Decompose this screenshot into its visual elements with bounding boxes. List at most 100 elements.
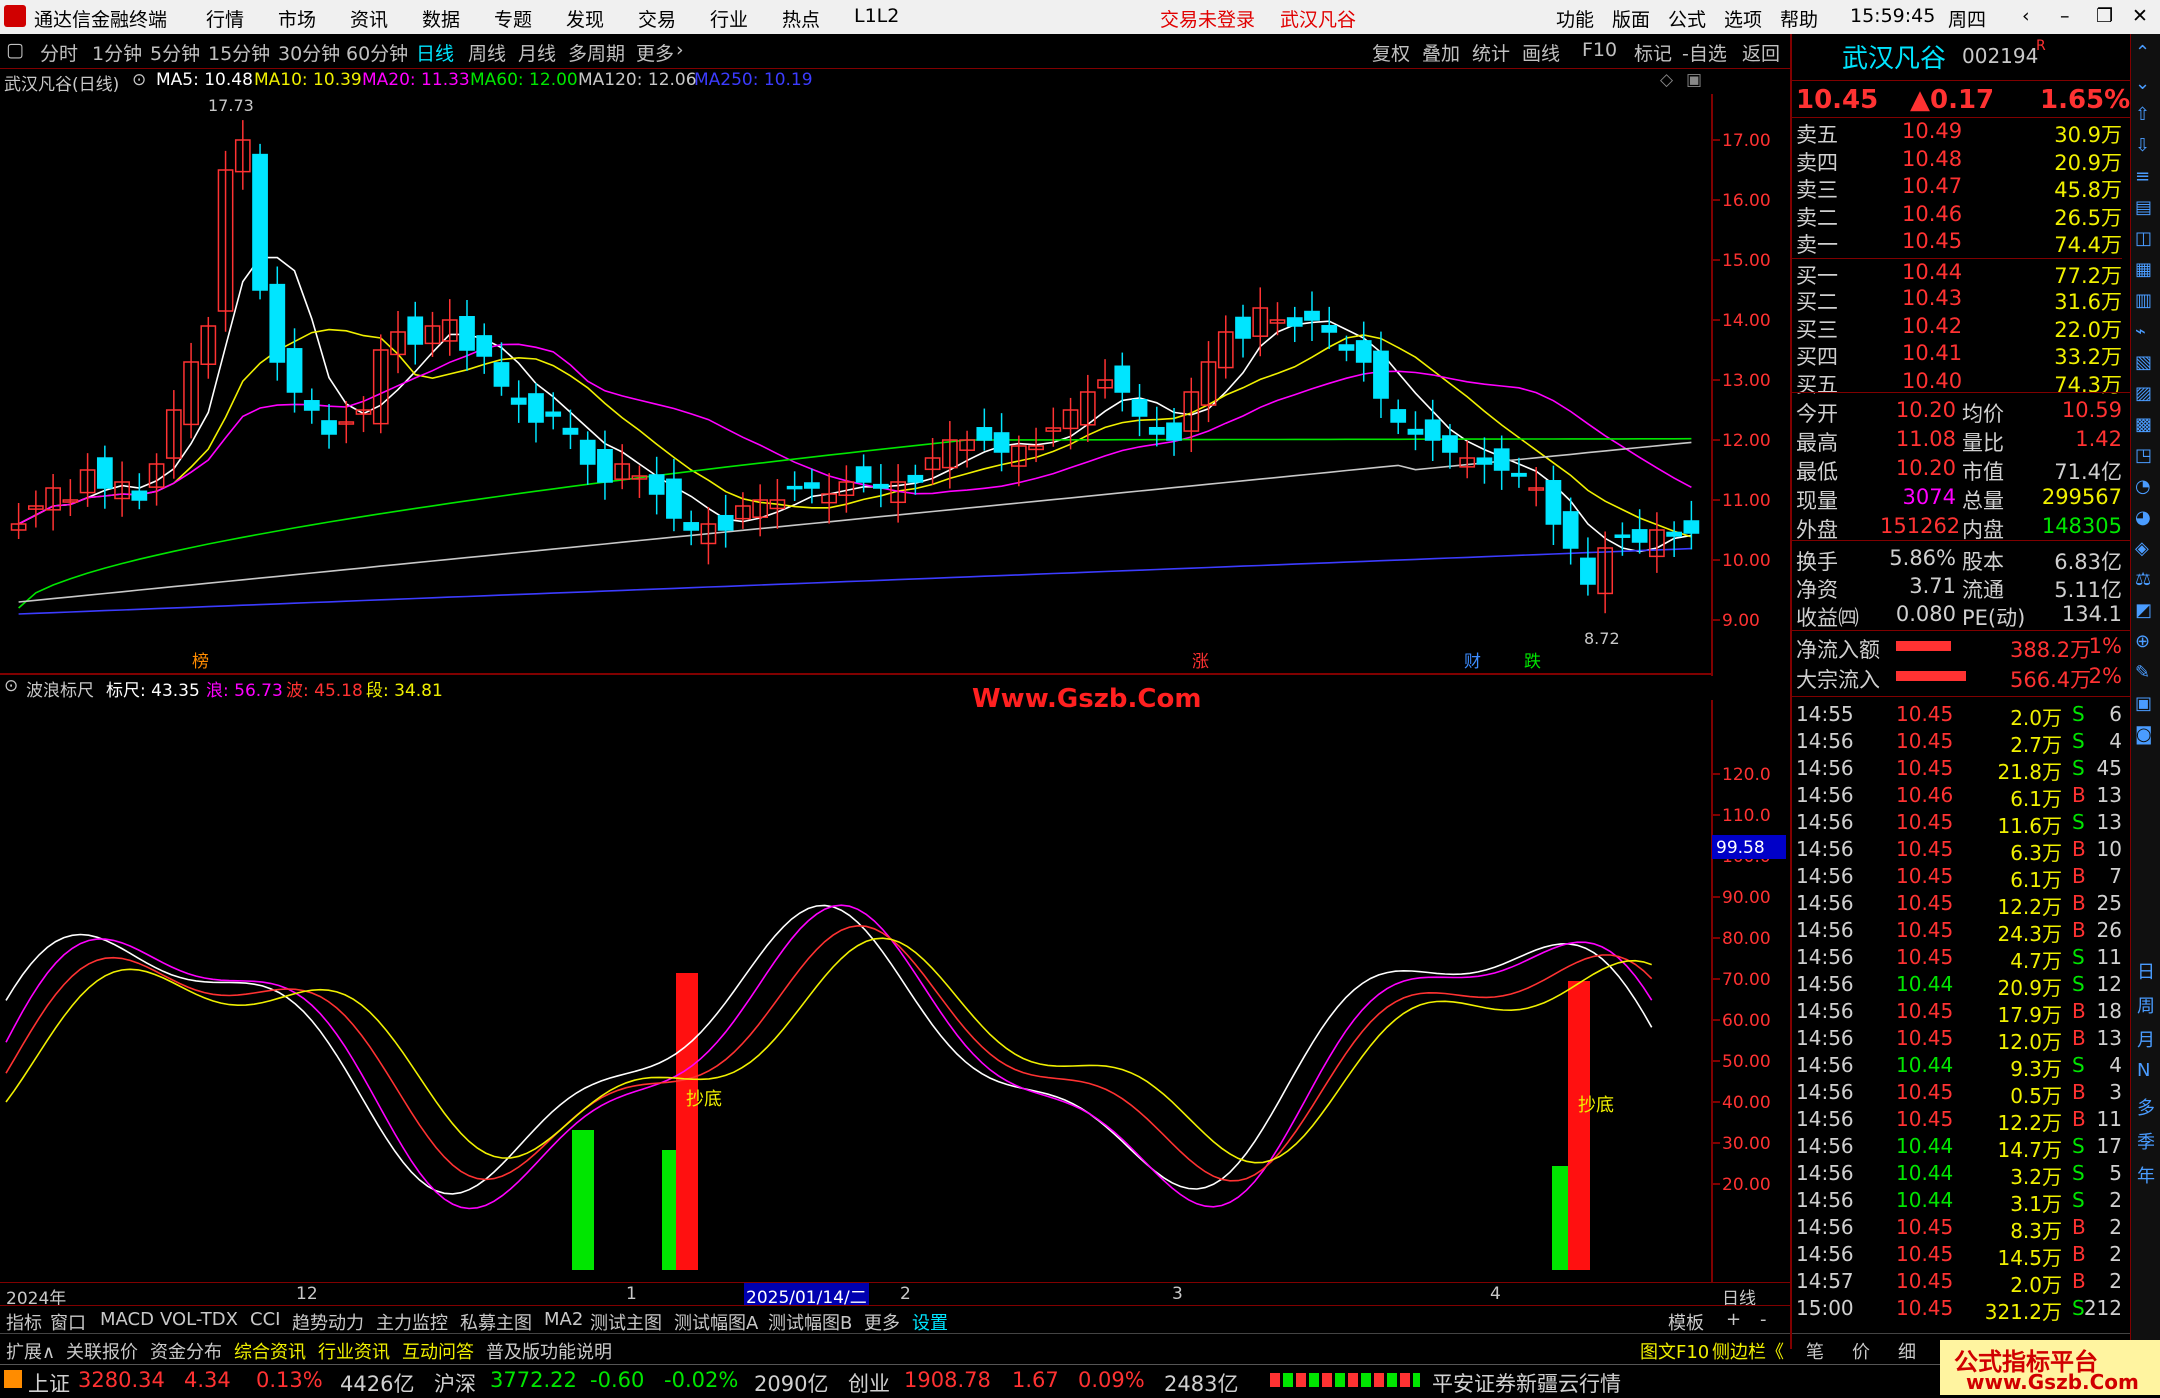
btn-biaoji[interactable]: 标记 [1634,39,1672,66]
toolbar-tool-icon[interactable]: ⊕ [2135,631,2150,652]
btn-f10[interactable]: F10 [1582,39,1617,61]
tab-ceshi-zhutu[interactable]: 测试主图 [590,1309,662,1335]
toolbar-tool-icon[interactable]: ⌄ [2135,73,2150,94]
btn-fanhui[interactable]: 返回 [1742,39,1780,66]
menu-hangye[interactable]: 行业 [710,5,748,32]
tab-chuangkou[interactable]: 窗口 [50,1309,86,1335]
menu-bangzhu[interactable]: 帮助 [1780,5,1818,32]
maximize-icon[interactable]: ❐ [2096,5,2113,27]
menu-jiaoyi[interactable]: 交易 [638,5,676,32]
login-status[interactable]: 交易未登录 [1160,5,1255,32]
period-60min[interactable]: 60分钟 [346,39,408,66]
toolbar-tool-icon[interactable]: ▥ [2135,290,2152,311]
menu-zixun[interactable]: 资讯 [350,5,388,32]
btn-tongji[interactable]: 统计 [1472,39,1510,66]
diamond-icon[interactable]: ◇ [1660,70,1673,90]
side-tab-bi[interactable]: 笔 [1806,1338,1824,1364]
btn-sidebar[interactable]: 侧边栏《 [1712,1338,1784,1364]
btn-huaxian[interactable]: 画线 [1522,39,1560,66]
toolbar-tool-icon[interactable]: ▩ [2135,414,2152,435]
toolbar-tool-icon[interactable]: ⌁ [2135,321,2146,342]
toolbar-tool-icon[interactable]: ≡ [2135,166,2150,187]
menu-banmian[interactable]: 版面 [1612,5,1650,32]
zoom-in-button[interactable]: + [1726,1309,1741,1330]
period-1min[interactable]: 1分钟 [92,39,142,66]
btn-diejia[interactable]: 叠加 [1422,39,1460,66]
dock-icon[interactable]: ▢ [6,39,24,61]
toolbar-tool-icon[interactable]: ◩ [2135,600,2152,621]
tab-ma2[interactable]: MA2 [544,1309,583,1330]
sh-name[interactable]: 上证 [28,1368,70,1398]
tab-settings[interactable]: 设置 [912,1309,948,1335]
indicator-chart[interactable]: 120.0110.0100.090.0080.0070.0060.0050.00… [0,700,1790,1282]
tab-zijin[interactable]: 资金分布 [150,1338,222,1364]
back-icon[interactable]: ‹ [2022,5,2030,27]
period-shortcut[interactable]: 周 [2137,992,2155,1018]
toolbar-tool-icon[interactable]: ⇩ [2135,135,2150,156]
menu-gongshi[interactable]: 公式 [1668,5,1706,32]
menu-redian[interactable]: 热点 [782,5,820,32]
menu-shichang[interactable]: 市场 [278,5,316,32]
tick-list[interactable]: 14:55 10.45 2.0万 S 6 14:56 10.45 2.7万 S 4 14:56 10.… [1792,696,2132,1331]
toolbar-tool-icon[interactable]: ✎ [2135,662,2150,683]
tab-qushi[interactable]: 趋势动力 [292,1309,364,1335]
order-row[interactable]: 买一 10.44 77.2万 [1792,257,2122,288]
toolbar-tool-icon[interactable]: ▧ [2135,352,2152,373]
marker-die[interactable]: 跌 [1524,652,1541,672]
toolbar-tool-icon[interactable]: ▨ [2135,383,2152,404]
toolbar-tool-icon[interactable]: ▦ [2135,259,2152,280]
tab-hangye[interactable]: 行业资讯 [318,1338,390,1364]
menu-faxian[interactable]: 发现 [566,5,604,32]
menu-l1l2[interactable]: L1L2 [854,5,899,27]
period-shortcut[interactable]: 月 [2137,1026,2155,1052]
period-daily[interactable]: 日线 [416,39,454,66]
period-15min[interactable]: 15分钟 [208,39,270,66]
minimize-icon[interactable]: – [2060,5,2070,27]
order-row[interactable]: 卖五 10.49 30.9万 [1792,118,2122,147]
tab-zonghe[interactable]: 综合资讯 [234,1338,306,1364]
menu-gongneng[interactable]: 功能 [1556,5,1594,32]
tab-vol[interactable]: VOL-TDX [160,1309,238,1330]
indicator-settings-icon[interactable]: ⊙ [4,676,18,696]
tab-ceshi-a[interactable]: 测试幅图A [674,1309,758,1335]
order-row[interactable]: 买四 10.41 33.2万 [1792,340,2122,369]
menu-hangqing[interactable]: 行情 [206,5,244,32]
order-row[interactable]: 卖三 10.47 45.8万 [1792,173,2122,202]
period-shortcut[interactable]: 年 [2137,1162,2155,1188]
menu-zhuanti[interactable]: 专题 [494,5,532,32]
toolbar-tool-icon[interactable]: ◳ [2135,445,2152,466]
toolbar-tool-icon[interactable]: ⇧ [2135,104,2150,125]
tab-shuoming[interactable]: 普及版功能说明 [486,1338,612,1364]
tab-extend[interactable]: 扩展∧ [6,1338,55,1364]
tab-hudong[interactable]: 互动问答 [402,1338,474,1364]
tab-ceshi-b[interactable]: 测试幅图B [768,1309,852,1335]
tab-guanlian[interactable]: 关联报价 [66,1338,138,1364]
toolbar-tool-icon[interactable]: ▤ [2135,197,2152,218]
zoom-out-button[interactable]: - [1760,1309,1767,1330]
toolbar-tool-icon[interactable]: ▣ [2135,693,2152,714]
period-5min[interactable]: 5分钟 [150,39,200,66]
toolbar-tool-icon[interactable]: ⌃ [2135,42,2150,63]
period-30min[interactable]: 30分钟 [278,39,340,66]
period-shortcut[interactable]: 季 [2137,1128,2155,1154]
tab-zhuli[interactable]: 主力监控 [376,1309,448,1335]
status-icon[interactable] [4,1370,22,1388]
hs-name[interactable]: 沪深 [434,1368,476,1398]
tab-simu[interactable]: 私募主图 [460,1309,532,1335]
toolbar-tool-icon[interactable]: ◈ [2135,538,2149,559]
period-shortcut[interactable]: 日 [2137,958,2155,984]
chart-settings-icon[interactable]: ⊙ [132,70,146,90]
marker-bang[interactable]: 榜 [192,652,209,672]
menu-xuanxiang[interactable]: 选项 [1724,5,1762,32]
panel-square-icon[interactable]: ▣ [1686,70,1702,90]
cy-name[interactable]: 创业 [848,1368,890,1398]
template-button[interactable]: 模板 [1668,1309,1704,1335]
tab-zhibiao[interactable]: 指标 [6,1309,42,1335]
btn-zixuan[interactable]: -自选 [1682,39,1727,66]
period-multi[interactable]: 多周期 [568,39,625,66]
side-tab-jia[interactable]: 价 [1852,1338,1870,1364]
candlestick-chart[interactable]: 17.00 16.00 15.00 14.00 13.00 12.00 11.00 10.00… [0,94,1790,676]
tab-macd[interactable]: MACD [100,1309,154,1330]
close-icon[interactable]: ✕ [2132,5,2148,27]
menu-shuju[interactable]: 数据 [422,5,460,32]
